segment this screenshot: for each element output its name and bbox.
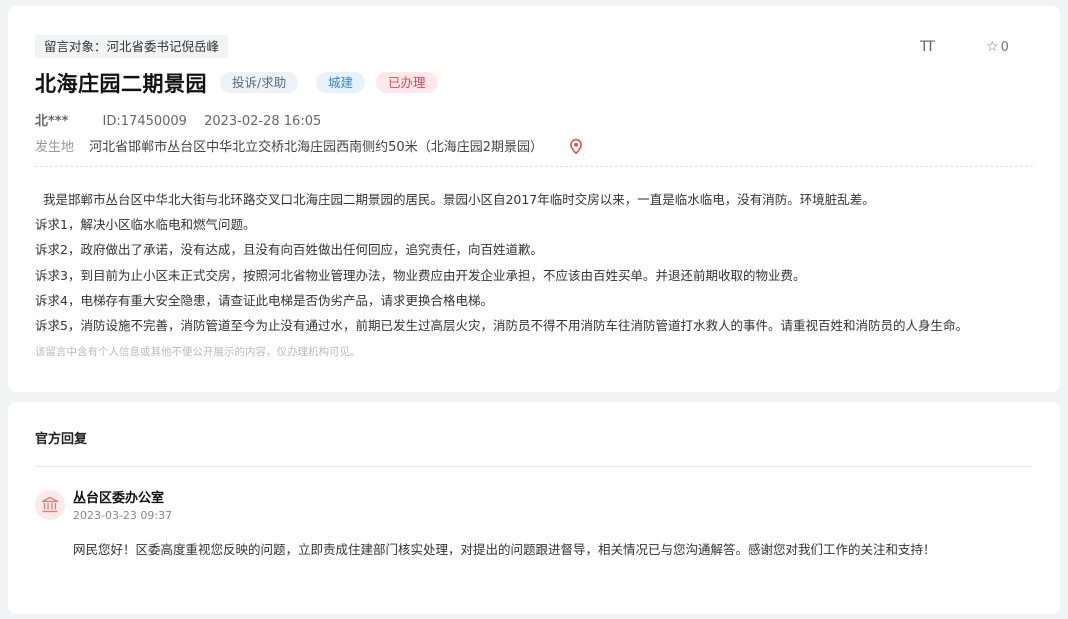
favorite-button[interactable]: ☆ 0 xyxy=(986,39,1009,55)
recipient-tag: 留言对象：河北省委书记倪岳峰 xyxy=(35,35,229,58)
message-card: 留言对象：河北省委书记倪岳峰 TT ☆ 0 北海庄园二期景园 投诉/求助 城建 已… xyxy=(8,6,1060,392)
divider xyxy=(35,166,1033,167)
body-paragraph: 诉求3，到目前为止小区未正式交房，按照河北省物业管理办法，物业费应由开发企业承担… xyxy=(35,267,806,283)
reply-org-name: 丛台区委办公室 xyxy=(73,491,165,506)
privacy-note: 该留言中含有个人信息或其他不便公开展示的内容，仅办理机构可见。 xyxy=(35,346,361,358)
reply-heading: 官方回复 xyxy=(35,432,88,447)
reply-card: 官方回复 丛台区委办公室 2023-03-23 09:37 网民您好！区委高度重… xyxy=(8,402,1060,614)
body-paragraph: 诉求2，政府做出了承诺，没有达成，且没有向百姓做出任何回应，追究责任，向百姓道歉… xyxy=(35,242,543,258)
body-paragraph: 诉求4，电梯存有重大安全隐患，请查证此电梯是否伪劣产品，请求更换合格电梯。 xyxy=(35,292,493,308)
location-label: 发生地 xyxy=(35,140,75,155)
body-paragraph: 我是邯郸市丛台区中华北大街与北环路交叉口北海庄园二期景园的居民。景园小区自201… xyxy=(35,192,875,207)
message-body: 我是邯郸市丛台区中华北大街与北环路交叉口北海庄园二期景园的居民。景园小区自201… xyxy=(35,187,1035,338)
category-tag: 城建 xyxy=(316,72,366,93)
message-datetime: 2023-02-28 16:05 xyxy=(204,114,322,129)
reply-date: 2023-03-23 09:37 xyxy=(73,509,173,522)
message-title: 北海庄园二期景园 xyxy=(35,72,207,96)
map-pin-icon[interactable] xyxy=(570,139,582,158)
message-meta: 北*** ID:17450009 2023-02-28 16:05 xyxy=(35,110,321,129)
type-tag: 投诉/求助 xyxy=(220,72,299,93)
government-building-icon xyxy=(35,490,65,520)
body-paragraph: 诉求5，消防设施不完善，消防管道至今为止没有通过水，前期已发生过高层火灾，消防员… xyxy=(35,318,968,334)
location-row: 发生地 河北省邯郸市丛台区中华北立交桥北海庄园西南侧约50米（北海庄园2期景园） xyxy=(35,136,582,158)
divider xyxy=(35,466,1033,467)
message-id: ID:17450009 xyxy=(102,114,187,129)
author-name: 北*** xyxy=(35,114,69,129)
body-paragraph: 诉求1，解决小区临水临电和燃气问题。 xyxy=(35,217,256,233)
location-text: 河北省邯郸市丛台区中华北立交桥北海庄园西南侧约50米（北海庄园2期景园） xyxy=(89,140,543,155)
favorite-count: 0 xyxy=(1000,40,1009,55)
reply-text: 网民您好！区委高度重视您反映的问题，立即责成住建部门核实处理，对提出的问题跟进督… xyxy=(73,542,936,557)
font-size-button[interactable]: TT xyxy=(920,39,935,55)
status-badge: 已办理 xyxy=(376,72,438,93)
star-icon: ☆ xyxy=(986,39,999,55)
